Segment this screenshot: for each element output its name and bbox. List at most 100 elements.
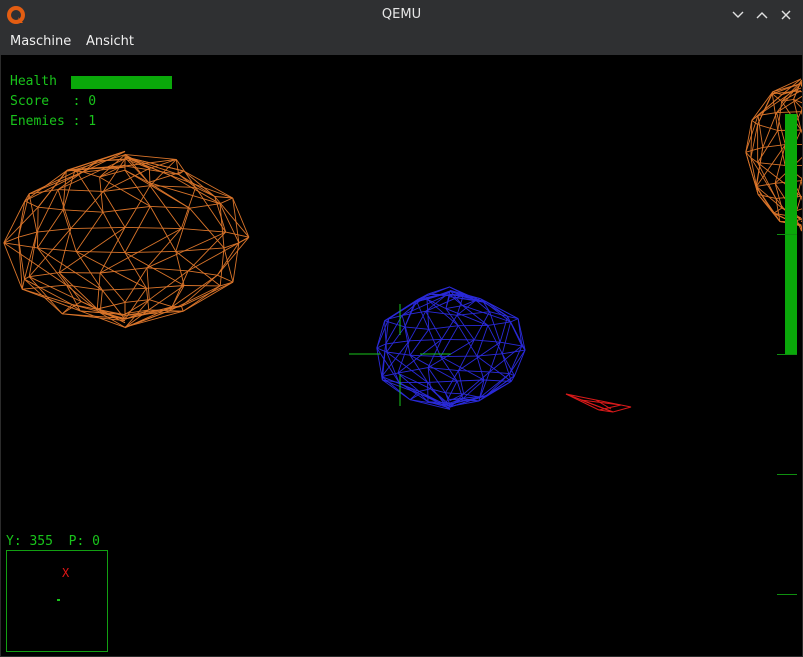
wireframe-edge: [17, 193, 30, 238]
wireframe-edge: [457, 370, 465, 394]
wireframe-edge: [462, 305, 489, 326]
wireframe-edge: [124, 226, 182, 230]
wireframe-edge: [187, 231, 227, 272]
wireframe-edge: [800, 196, 802, 201]
wireframe-edge: [800, 111, 802, 116]
menu-ansicht[interactable]: Ansicht: [84, 29, 136, 55]
wireframe-edge: [100, 267, 148, 274]
wireframe-edge: [29, 276, 82, 302]
wireframe-edge: [76, 250, 126, 254]
wireframe-edge: [762, 144, 786, 148]
wireframe-edge: [457, 379, 484, 382]
chevron-down-icon: [732, 11, 744, 18]
wireframe-edge: [428, 367, 459, 372]
wireframe-edge: [440, 355, 477, 358]
wireframe-edge: [189, 207, 225, 249]
wireframe-edge: [409, 354, 428, 383]
wireframe-edge: [756, 182, 776, 187]
wireframe-edge: [124, 267, 148, 303]
wireframe-edge: [150, 205, 190, 209]
wireframe-edge: [181, 228, 226, 233]
health-bar-fill: [71, 76, 172, 89]
wireframe-edge: [428, 325, 459, 330]
chevron-up-icon: [756, 12, 768, 19]
wireframe-edge: [485, 395, 487, 397]
wireframe-edge: [181, 306, 184, 312]
maximize-button[interactable]: [752, 5, 772, 25]
wireframe-edge: [397, 367, 429, 374]
wireframe-edge: [800, 218, 802, 220]
wireframe-edge: [37, 247, 67, 286]
wireframe-edge: [441, 338, 475, 341]
wireframe-edge: [777, 101, 783, 131]
wireframe-edge: [96, 272, 101, 310]
wireframe-edge: [478, 381, 512, 402]
wireframe-edge: [28, 276, 63, 315]
wireframe-edge: [751, 120, 758, 125]
gauge-tick: [777, 354, 797, 355]
game-screen[interactable]: Health Score : 0 Enemies : 1 Y: 355 P: 0…: [1, 55, 802, 656]
radar-target-marker: X: [62, 566, 70, 580]
minimize-button[interactable]: [728, 5, 748, 25]
wireframe-edge: [216, 242, 240, 276]
window-title: QEMU: [381, 7, 422, 22]
wireframe-edge: [70, 226, 126, 230]
wireframe-edge: [75, 251, 103, 291]
wireframe-edge: [188, 270, 218, 276]
enemies-readout: Enemies : 1: [10, 114, 97, 129]
wireframe-edge: [219, 197, 233, 205]
wireframe-edge: [757, 91, 774, 125]
wireframe-edge: [501, 321, 512, 354]
close-button[interactable]: [776, 5, 796, 25]
radar-readout: Y: 355 P: 0: [6, 534, 100, 549]
wireframe-edge: [774, 183, 783, 209]
wireframe-edge: [510, 321, 526, 351]
title-bar[interactable]: QEMU: [0, 0, 803, 29]
wireframe-edge: [149, 299, 173, 308]
wireframe-edge: [102, 191, 126, 228]
wireframe-edge: [500, 341, 522, 347]
wireframe-edge: [99, 290, 103, 313]
wireframe-edge: [146, 231, 226, 269]
wireframe-edge: [418, 388, 431, 392]
crosshair: [349, 304, 451, 406]
wireframe-edge: [458, 370, 490, 373]
wireframe-edge: [762, 112, 778, 148]
wireframe-edge: [232, 242, 240, 283]
wireframe-edge: [238, 236, 250, 244]
health-label: Health: [10, 74, 57, 89]
wireframe-edge: [751, 91, 774, 121]
wireframe-edge: [28, 232, 38, 277]
wireframe-edge: [37, 207, 39, 248]
wireframe-edge: [774, 144, 786, 184]
wireframe-edge: [217, 274, 234, 283]
wireframe-edge: [62, 209, 104, 213]
wireframe-edge: [182, 285, 221, 312]
wireframe-edge: [386, 326, 406, 353]
wireframe-edge: [102, 211, 126, 253]
wireframe-edge: [99, 176, 151, 207]
menu-maschine[interactable]: Maschine: [8, 29, 73, 55]
wireframe-edge: [24, 171, 83, 202]
wireframe-edge: [509, 345, 523, 374]
wireframe-edge: [175, 247, 225, 252]
wireframe-edge: [487, 321, 511, 326]
wireframe-edge: [149, 206, 177, 252]
wireframe-edge: [28, 193, 38, 233]
wireframe-edge: [3, 242, 67, 286]
wireframe-edge: [510, 318, 519, 323]
wireframe-edge: [189, 203, 221, 209]
wireframe-edge: [757, 124, 778, 131]
wireframe-edge: [22, 284, 67, 290]
wireframe-edge: [182, 281, 234, 312]
wireframe-edge: [99, 272, 126, 303]
wireframe-edge: [445, 305, 463, 310]
wireframe-edge: [70, 191, 104, 229]
wireframe-edge: [37, 247, 77, 252]
wireframe-edge: [18, 231, 38, 238]
wireframe-edge: [169, 310, 184, 312]
wireframe-edge: [103, 185, 151, 192]
wireframe-edge: [800, 176, 802, 181]
score-readout: Score : 0: [10, 94, 97, 109]
wireframe-edge: [75, 251, 147, 289]
